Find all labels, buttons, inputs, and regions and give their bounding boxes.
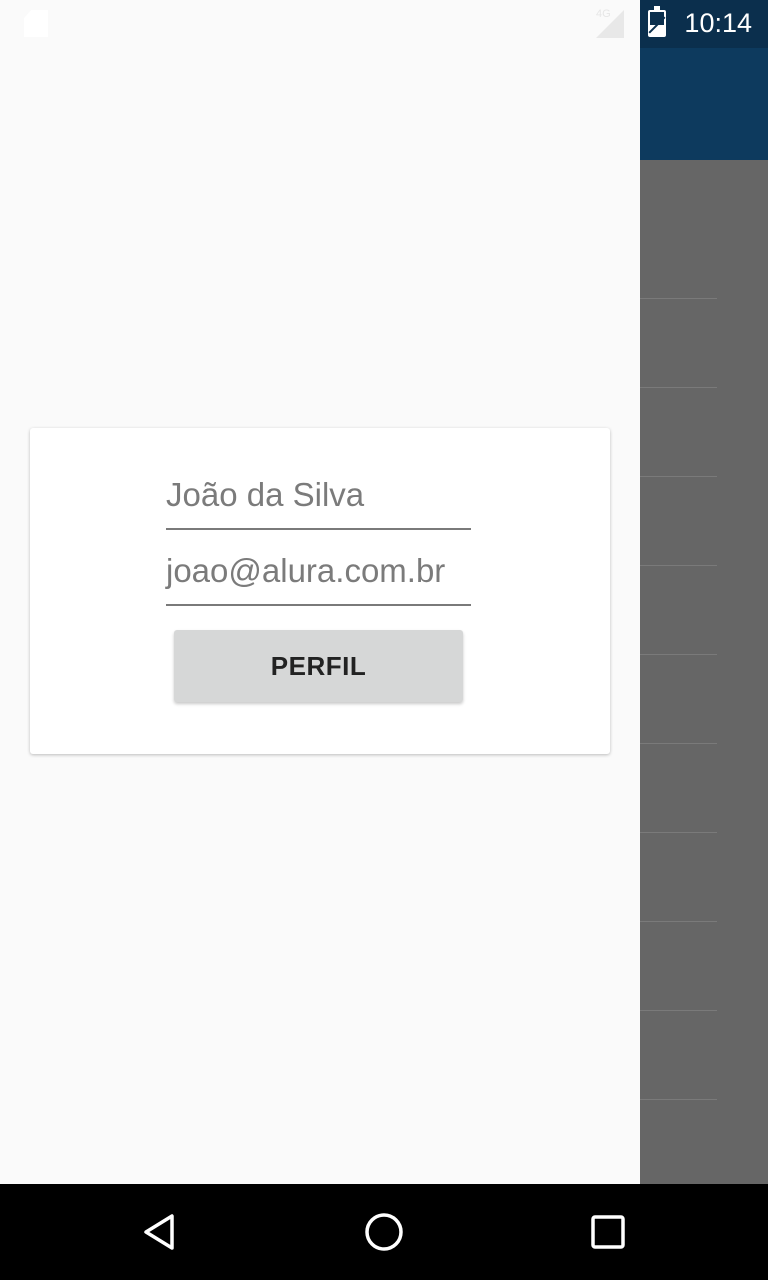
list-divider [640,1099,717,1100]
list-divider [640,654,717,655]
navigation-drawer: 4G João da Silva joao@alura.com.br PERFI… [0,0,640,1184]
navigation-bar [0,1184,768,1280]
status-time: 10:14 [684,8,752,38]
list-divider [640,921,717,922]
home-button[interactable] [336,1184,432,1280]
list-divider [640,832,717,833]
profile-button[interactable]: PERFIL [174,630,463,702]
sd-card-icon [24,10,48,37]
email-field[interactable]: joao@alura.com.br [166,546,471,606]
network-type-label: 4G [596,8,611,20]
recents-button[interactable] [560,1184,656,1280]
back-button[interactable] [112,1184,208,1280]
list-divider [640,1010,717,1011]
recents-icon [591,1215,625,1249]
list-divider [640,298,717,299]
back-icon [144,1214,174,1250]
home-icon [365,1213,403,1251]
name-field[interactable]: João da Silva [166,470,471,530]
list-divider [640,743,717,744]
list-divider [640,387,717,388]
list-divider [640,565,717,566]
name-text: João da Silva [166,476,365,513]
list-divider [640,476,717,477]
profile-card: João da Silva joao@alura.com.br PERFIL [30,428,610,754]
signal-icon: 4G [596,8,624,38]
email-text: joao@alura.com.br [166,552,446,589]
